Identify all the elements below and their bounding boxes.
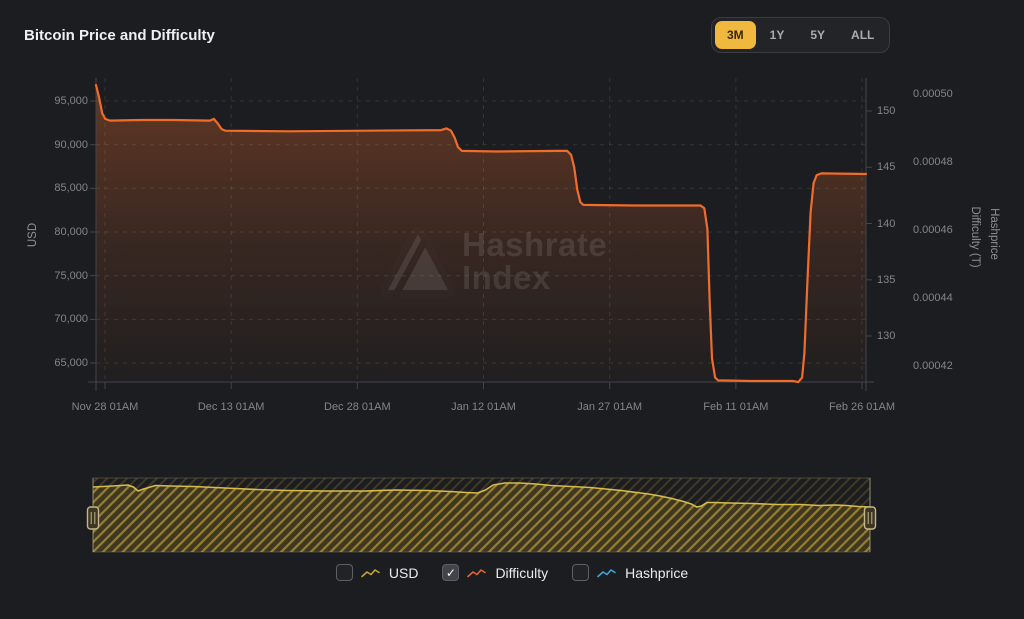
date-axis-tick-label: Dec 13 01AM xyxy=(198,401,265,413)
hashrate-index-logo-icon xyxy=(372,218,462,308)
watermark: Hashrate Index xyxy=(0,0,1024,619)
hashprice-axis-tick-label: 0.00042 xyxy=(913,360,953,372)
navigator-selected-window[interactable] xyxy=(93,478,870,552)
difficulty-axis-tick-label: 145 xyxy=(877,161,895,173)
legend-item-usd[interactable]: USD xyxy=(336,564,419,581)
legend-label: USD xyxy=(389,565,419,581)
range-button-1y[interactable]: 1Y xyxy=(758,21,797,49)
difficulty-axis-tick-label: 140 xyxy=(877,218,895,230)
date-axis-tick-label: Feb 11 01AM xyxy=(703,401,768,413)
navigator[interactable] xyxy=(88,478,876,552)
date-axis-tick-label: Jan 12 01AM xyxy=(451,401,516,413)
difficulty-line xyxy=(96,85,866,382)
usd-axis-tick-label: 65,000 xyxy=(20,357,88,369)
usd-axis-tick-label: 70,000 xyxy=(20,313,88,325)
usd-axis-tick-label: 75,000 xyxy=(20,270,88,282)
checkbox-usd[interactable] xyxy=(336,564,353,581)
navigator-usd-line xyxy=(93,483,870,507)
watermark-text-line2: Index xyxy=(462,261,551,294)
bitcoin-price-difficulty-panel: Bitcoin Price and Difficulty 3M1Y5YALL H… xyxy=(0,0,1024,619)
difficulty-axis-tick-label: 150 xyxy=(877,105,895,117)
legend-label: Hashprice xyxy=(625,565,688,581)
chart-canvas[interactable] xyxy=(0,0,1024,619)
navigator-right-handle[interactable] xyxy=(865,507,876,529)
hashprice-axis-tick-label: 0.00044 xyxy=(913,292,953,304)
range-button-3m[interactable]: 3M xyxy=(715,21,756,49)
date-axis-tick-label: Nov 28 01AM xyxy=(72,401,139,413)
hashprice-line-icon xyxy=(597,567,617,579)
left-axis-title: USD xyxy=(27,223,39,247)
checkbox-hashprice[interactable] xyxy=(572,564,589,581)
range-button-all[interactable]: ALL xyxy=(839,21,886,49)
navigator-left-handle[interactable] xyxy=(88,507,99,529)
legend-label: Difficulty xyxy=(495,565,548,581)
hashprice-axis-tick-label: 0.00050 xyxy=(913,88,953,100)
difficulty-axis-tick-label: 135 xyxy=(877,274,895,286)
difficulty-line-icon xyxy=(467,567,487,579)
usd-line-icon xyxy=(361,567,381,579)
date-axis-tick-label: Dec 28 01AM xyxy=(324,401,391,413)
right-axis-title-hashprice: Hashprice xyxy=(988,208,1000,260)
usd-axis-tick-label: 95,000 xyxy=(20,95,88,107)
difficulty-area-fill xyxy=(96,85,866,382)
legend-item-difficulty[interactable]: ✓ Difficulty xyxy=(442,564,548,581)
navigator-usd-area xyxy=(93,483,870,552)
axis-lines xyxy=(88,78,874,391)
right-axis-title-difficulty: Difficulty (T) xyxy=(969,206,981,267)
area-fill-layer xyxy=(0,0,1024,619)
navigator-usd-area-hatch xyxy=(93,483,870,552)
range-button-5y[interactable]: 5Y xyxy=(798,21,837,49)
hashprice-axis-tick-label: 0.00046 xyxy=(913,224,953,236)
usd-axis-tick-label: 90,000 xyxy=(20,139,88,151)
date-axis-tick-label: Jan 27 01AM xyxy=(577,401,642,413)
legend-item-hashprice[interactable]: Hashprice xyxy=(572,564,688,581)
hashprice-axis-tick-label: 0.00048 xyxy=(913,156,953,168)
checkbox-difficulty[interactable]: ✓ xyxy=(442,564,459,581)
date-axis-tick-label: Feb 26 01AM xyxy=(829,401,895,413)
time-range-selector: 3M1Y5YALL xyxy=(711,17,890,53)
difficulty-axis-tick-label: 130 xyxy=(877,330,895,342)
gridlines xyxy=(96,78,866,382)
usd-axis-tick-label: 85,000 xyxy=(20,182,88,194)
watermark-text-line1: Hashrate xyxy=(462,228,607,261)
legend: USD ✓ Difficulty Hashprice xyxy=(0,564,1024,581)
page-title: Bitcoin Price and Difficulty xyxy=(24,27,215,44)
